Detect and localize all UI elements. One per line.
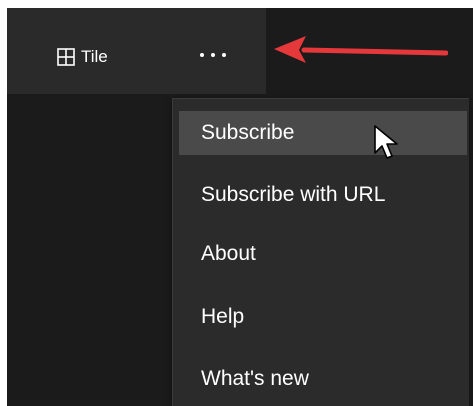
menu-item-whats-new[interactable]: What's new [179,357,467,401]
menu-item-help[interactable]: Help [179,295,467,339]
ellipsis-dot [200,53,204,57]
overflow-menu: Subscribe Subscribe with URL About Help … [172,98,469,406]
menu-item-subscribe[interactable]: Subscribe [179,111,467,155]
toolbar: Tile [7,8,266,94]
tile-view-label: Tile [81,47,108,66]
menu-item-label: Subscribe with URL [201,183,386,206]
more-options-button[interactable] [193,42,233,68]
menu-item-label: What's new [201,367,309,390]
red-arrow-icon [274,36,448,63]
menu-item-about[interactable]: About [179,232,467,276]
ellipsis-dot [211,53,215,57]
menu-item-label: Subscribe [201,121,295,144]
tile-view-button[interactable]: Tile [57,44,108,70]
ellipsis-dot [222,53,226,57]
grid-icon [57,48,75,66]
screenshot-stage: Tile Subscribe Subscribe with URL About … [0,0,473,406]
menu-item-subscribe-with-url[interactable]: Subscribe with URL [179,173,467,217]
mouse-pointer-icon [374,125,398,159]
menu-item-label: About [201,242,256,265]
menu-item-label: Help [201,305,245,328]
